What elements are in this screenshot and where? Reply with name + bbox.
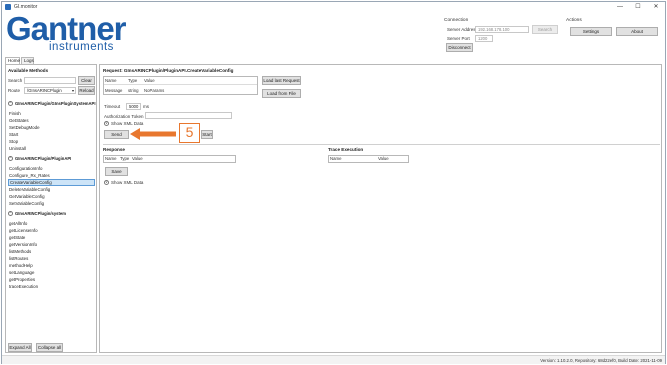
section-header-system-api[interactable]: GInsARINCPlugin/GInsPluginSystemAPI: [15, 101, 96, 106]
collapse-icon[interactable]: ^: [8, 156, 13, 161]
server-port-label: Server Port: [447, 36, 470, 41]
param-name-cell: Message: [105, 88, 123, 93]
method-item[interactable]: getLicenseInfo: [9, 228, 38, 233]
method-item[interactable]: getState: [9, 235, 25, 240]
reload-button[interactable]: Reload: [78, 86, 95, 95]
app-window: GI.monitor — ☐ ✕ Gantner instruments Con…: [1, 1, 666, 364]
method-item[interactable]: DeleteVariableConfig: [9, 187, 50, 192]
auth-token-input[interactable]: [145, 112, 232, 119]
route-value: /GInsARINCPlugin: [27, 88, 62, 93]
param-type-cell: string: [128, 88, 139, 93]
search-button[interactable]: Search: [532, 25, 558, 34]
param-value-cell[interactable]: NoParams: [144, 88, 164, 93]
expand-icon[interactable]: v: [104, 180, 109, 185]
method-item[interactable]: Start: [9, 132, 18, 137]
collapse-all-button[interactable]: Collapse all: [36, 343, 63, 352]
response-title: Response: [103, 147, 125, 152]
method-item[interactable]: setLanguage: [9, 270, 34, 275]
collapse-icon[interactable]: ^: [8, 211, 13, 216]
trace-column-name: Name: [330, 156, 342, 161]
method-item[interactable]: GetStates: [9, 118, 29, 123]
chevron-down-icon: ▾: [71, 88, 74, 93]
method-item[interactable]: getVersionInfo: [9, 242, 37, 247]
settings-button[interactable]: Settings: [570, 27, 612, 36]
timeout-input[interactable]: 5000: [126, 103, 141, 110]
response-column-name: Name: [105, 156, 117, 161]
timeout-unit: ms: [143, 104, 149, 109]
table-divider: [104, 84, 257, 85]
request-title: Request: GInsARINCPlugin/PluginAPI.Creat…: [103, 68, 234, 73]
trace-column-value: Value: [378, 156, 389, 161]
method-item[interactable]: methodHelp: [9, 263, 33, 268]
method-item[interactable]: SetVariableConfig: [9, 201, 44, 206]
column-header-name: Name: [105, 78, 117, 83]
disconnect-button[interactable]: Disconnect: [446, 43, 473, 52]
load-last-request-button[interactable]: Load last Request: [262, 76, 301, 85]
method-item[interactable]: Finish: [9, 111, 21, 116]
show-xml-request-toggle[interactable]: Show XML Data: [111, 121, 143, 126]
trace-execution-title: Trace Execution: [328, 147, 364, 152]
connection-title: Connection: [444, 18, 469, 23]
method-item[interactable]: getAllInfo: [9, 221, 27, 226]
section-header-system[interactable]: GInsARINCPlugin/system: [15, 211, 66, 216]
method-item[interactable]: SetDebugMode: [9, 125, 40, 130]
start-button[interactable]: Start: [201, 130, 213, 139]
section-divider: [103, 144, 660, 145]
route-select[interactable]: /GInsARINCPlugin ▾: [24, 87, 76, 94]
column-header-value: Value: [144, 78, 155, 83]
method-search-input[interactable]: [24, 77, 76, 84]
method-item[interactable]: getProperties: [9, 277, 35, 282]
minimize-icon[interactable]: —: [611, 2, 629, 12]
response-column-type: Type: [120, 156, 130, 161]
load-from-file-button[interactable]: Load from File: [262, 89, 301, 98]
route-label: Route: [8, 88, 21, 93]
method-item[interactable]: traceExecution: [9, 284, 38, 289]
search-label: Search: [8, 78, 23, 83]
send-button[interactable]: Send: [104, 130, 129, 139]
section-header-plugin-api[interactable]: GInsARINCPlugin/PluginAPI: [15, 156, 71, 161]
method-item[interactable]: Uninstall: [9, 146, 26, 151]
collapse-icon[interactable]: ^: [8, 101, 13, 106]
server-port-input[interactable]: 1200: [475, 35, 493, 42]
step-number-badge: 5: [179, 123, 200, 143]
expand-icon[interactable]: v: [104, 121, 109, 126]
expand-all-button[interactable]: Expand All: [8, 343, 32, 352]
method-item-selected[interactable]: CreateVariableConfig: [8, 179, 95, 186]
brand-logo: Gantner: [6, 10, 127, 47]
method-item[interactable]: listRoutes: [9, 256, 28, 261]
tab-logs[interactable]: Logs: [21, 57, 34, 64]
method-item[interactable]: GetVariableConfig: [9, 194, 45, 199]
arrow-left-icon: [130, 128, 176, 140]
brand-logo-subtitle: instruments: [49, 41, 114, 53]
maximize-icon[interactable]: ☐: [629, 2, 647, 12]
close-icon[interactable]: ✕: [647, 2, 665, 12]
auth-token-label: Authorization Token: [104, 114, 144, 119]
method-item[interactable]: Stop: [9, 139, 18, 144]
clear-button[interactable]: Clear: [78, 76, 95, 85]
about-button[interactable]: About: [616, 27, 658, 36]
server-address-input[interactable]: 192.168.178.100: [475, 26, 529, 33]
show-xml-response-toggle[interactable]: Show XML Data: [111, 180, 143, 185]
version-info: Version: 1.10.2.0, Repository: 68d22ef0,…: [540, 358, 662, 363]
response-column-value: Value: [132, 156, 143, 161]
method-item[interactable]: listMethods: [9, 249, 31, 254]
actions-title: Actions: [566, 18, 582, 23]
timeout-label: Timeout: [104, 104, 121, 109]
status-bar: Version: 1.10.2.0, Repository: 68d22ef0,…: [2, 355, 665, 364]
column-header-type: Type: [128, 78, 138, 83]
save-button[interactable]: Save: [105, 167, 128, 176]
request-panel: [99, 64, 662, 353]
method-item[interactable]: ConfigurationInfo: [9, 166, 42, 171]
methods-panel: [5, 64, 97, 353]
method-item[interactable]: Configure_Rx_Rates: [9, 173, 50, 178]
available-methods-title: Available Methods: [8, 68, 49, 73]
server-address-label: Server Address: [447, 27, 478, 32]
request-params-table: [103, 76, 258, 95]
